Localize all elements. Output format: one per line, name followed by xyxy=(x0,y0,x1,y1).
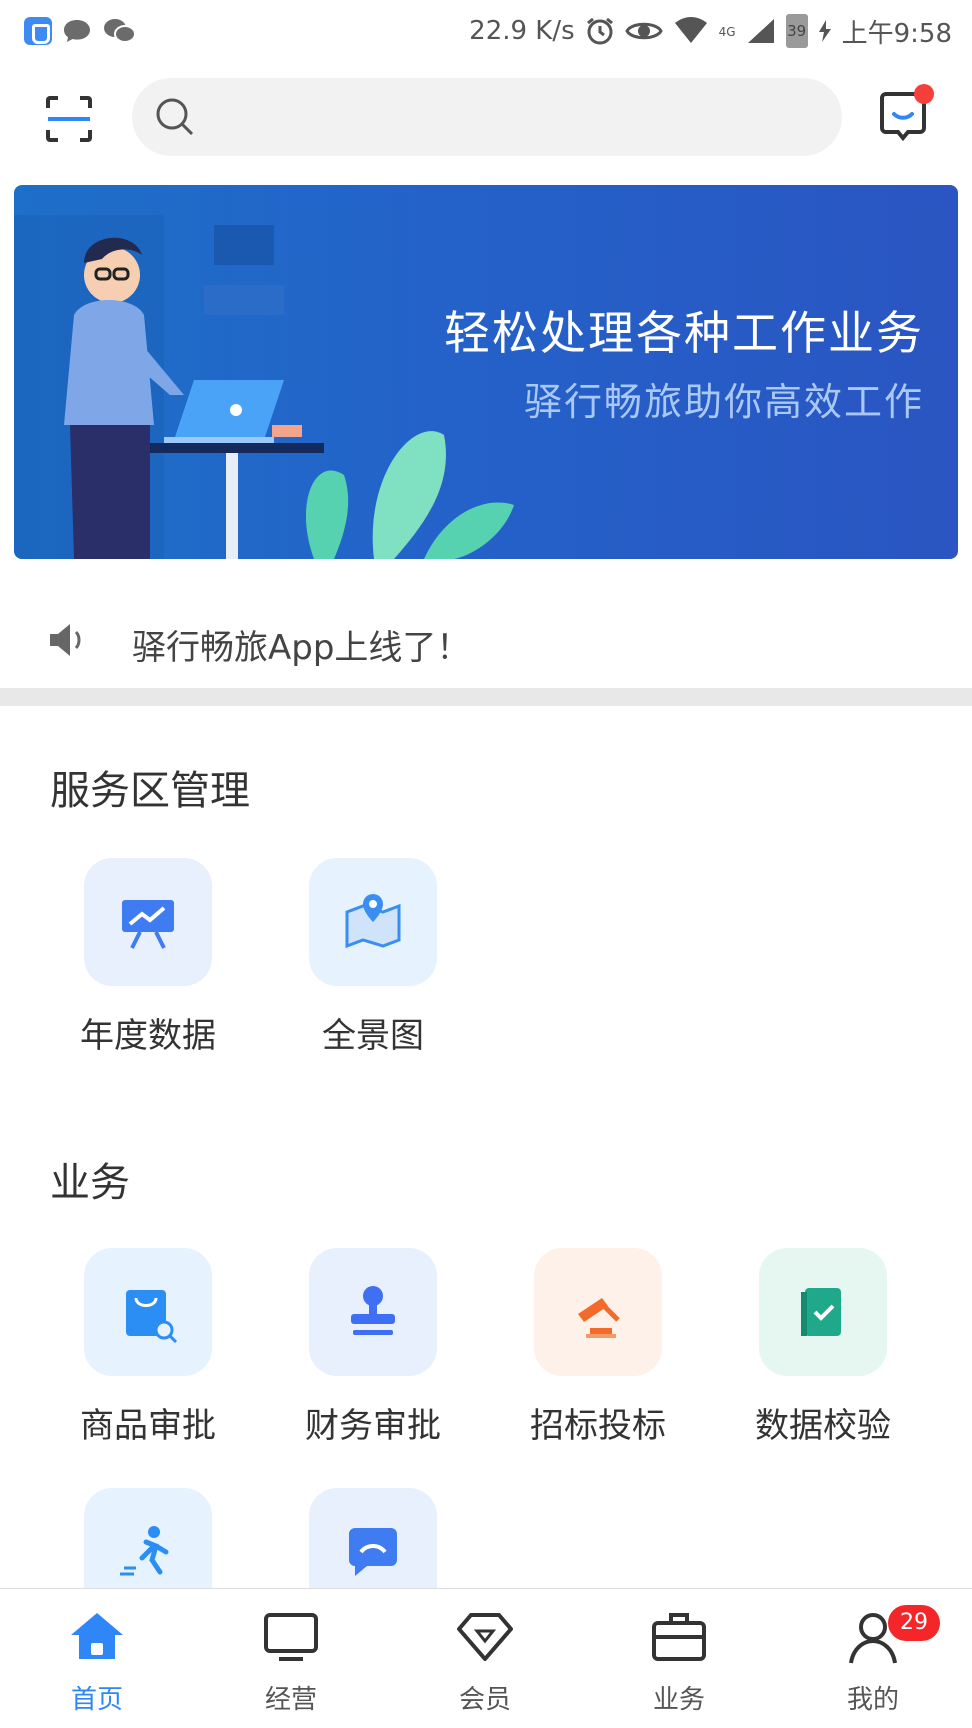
tile-label: 年度数据 xyxy=(80,1016,216,1056)
tile-data-verify[interactable]: 数据校验 xyxy=(725,1248,915,1448)
signal-icon xyxy=(747,19,774,43)
status-notifications xyxy=(24,17,136,45)
app-notification-icon xyxy=(24,17,52,45)
announcement-bar[interactable]: 驿行畅旅App上线了！ xyxy=(0,590,972,690)
tile-label: 数据校验 xyxy=(755,1406,891,1446)
presentation-chart-icon xyxy=(84,858,212,986)
nav-members[interactable]: 会员 xyxy=(388,1589,582,1728)
scan-icon[interactable] xyxy=(44,94,94,144)
nav-label: 会员 xyxy=(458,1685,511,1715)
tile-annual-data[interactable]: 年度数据 xyxy=(50,858,240,1058)
tile-label: 商品审批 xyxy=(80,1406,216,1446)
chat-notification-icon xyxy=(64,20,90,42)
nav-operations[interactable]: 经营 xyxy=(194,1589,388,1728)
nav-home[interactable]: 首页 xyxy=(0,1589,194,1728)
unread-badge: 29 xyxy=(888,1605,940,1641)
eye-icon xyxy=(624,22,663,40)
clock: 上午9:58 xyxy=(841,18,952,49)
wechat-notification-icon xyxy=(104,19,136,43)
nav-label: 首页 xyxy=(70,1685,123,1715)
nav-label: 经营 xyxy=(264,1685,317,1715)
section-title-service-area: 服务区管理 xyxy=(50,768,250,814)
banner-title: 轻松处理各种工作业务 xyxy=(444,306,924,360)
announcement-text: 驿行畅旅App上线了！ xyxy=(132,628,471,668)
tile-label: 财务审批 xyxy=(305,1406,441,1446)
charging-icon xyxy=(818,20,831,42)
gavel-icon xyxy=(534,1248,662,1376)
tile-panorama[interactable]: 全景图 xyxy=(275,858,465,1058)
status-system: 22.9 K/s 4G 39 上午9:58 xyxy=(469,13,952,50)
banner-subtitle: 驿行畅旅助你高效工作 xyxy=(523,380,924,424)
nav-business[interactable]: 业务 xyxy=(582,1589,776,1728)
diamond-icon xyxy=(457,1613,513,1661)
tile-label: 招标投标 xyxy=(530,1406,666,1446)
alarm-icon xyxy=(586,17,613,45)
nav-label: 业务 xyxy=(652,1685,705,1715)
network-type: 4G xyxy=(718,24,736,39)
nav-mine[interactable]: 29 我的 xyxy=(776,1589,970,1728)
nav-label: 我的 xyxy=(846,1685,899,1715)
tile-product-approval[interactable]: 商品审批 xyxy=(50,1248,240,1448)
shopping-bag-search-icon xyxy=(84,1248,212,1376)
wifi-icon xyxy=(674,17,707,43)
map-pin-icon xyxy=(309,858,437,986)
tile-label: 全景图 xyxy=(322,1016,424,1056)
battery-icon: 39 xyxy=(785,14,808,48)
bottom-navigation: 首页 经营 会员 业务 29 我的 xyxy=(0,1588,972,1728)
home-icon xyxy=(71,1613,123,1659)
briefcase-icon xyxy=(652,1613,706,1661)
monitor-icon xyxy=(264,1613,318,1661)
network-speed: 22.9 K/s xyxy=(469,16,575,46)
tile-bidding[interactable]: 招标投标 xyxy=(500,1248,690,1448)
search-bar[interactable] xyxy=(132,78,842,156)
section-title-business: 业务 xyxy=(50,1160,130,1206)
search-input[interactable] xyxy=(212,78,822,156)
check-book-icon xyxy=(759,1248,887,1376)
top-header xyxy=(0,62,972,180)
message-unread-dot xyxy=(914,84,934,104)
speaker-icon xyxy=(50,624,81,656)
stamp-icon xyxy=(309,1248,437,1376)
tile-finance-approval[interactable]: 财务审批 xyxy=(275,1248,465,1448)
search-icon xyxy=(156,98,194,136)
promo-banner[interactable]: 轻松处理各种工作业务 驿行畅旅助你高效工作 xyxy=(14,185,958,559)
section-divider xyxy=(0,688,972,706)
banner-illustration xyxy=(14,215,514,559)
status-bar: 22.9 K/s 4G 39 上午9:58 xyxy=(0,0,972,62)
